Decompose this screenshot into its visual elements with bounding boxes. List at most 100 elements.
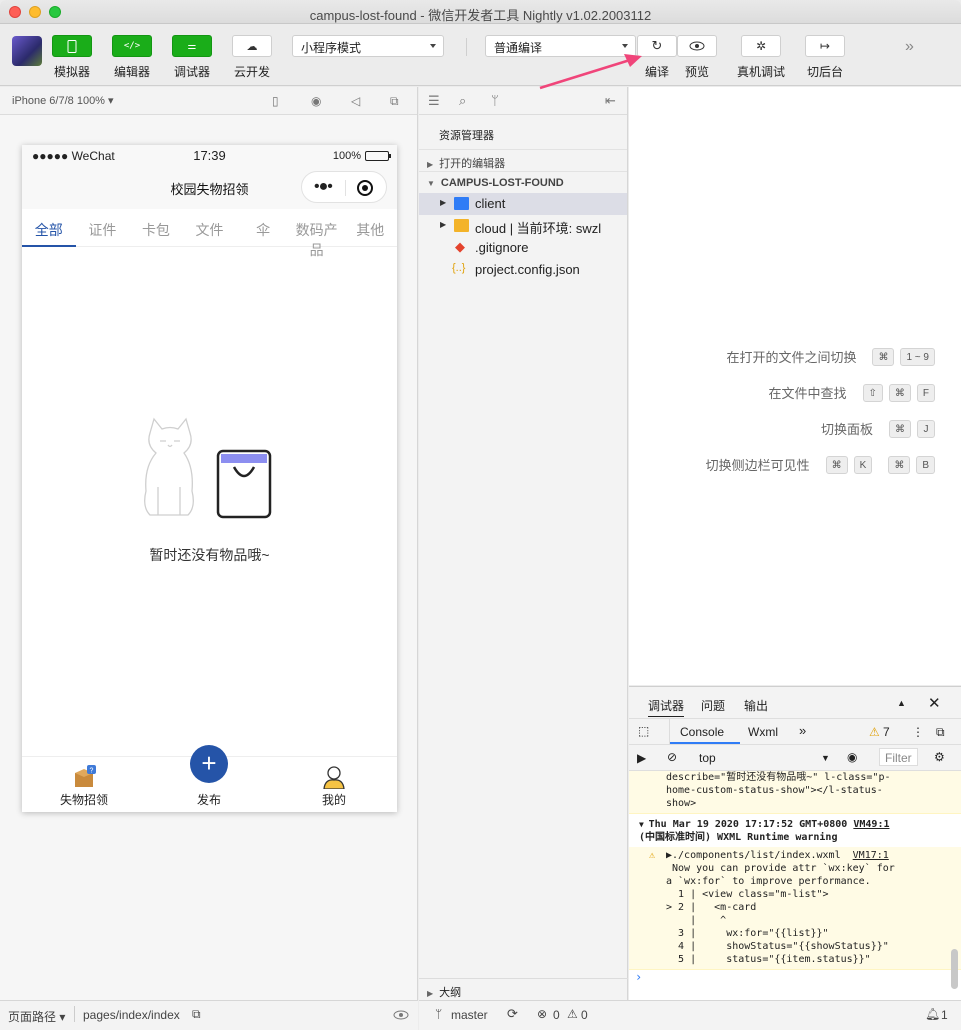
warning-count[interactable]: 0 bbox=[581, 1008, 588, 1022]
volume-icon[interactable]: ◁ bbox=[351, 94, 365, 108]
tab-documents[interactable]: 证件 bbox=[76, 211, 130, 246]
list-icon[interactable]: ☰ bbox=[428, 93, 440, 109]
console-prompt[interactable]: › bbox=[629, 970, 961, 984]
editor-label: 编辑器 bbox=[113, 65, 150, 79]
shortcut-label: 切换侧边栏可见性 bbox=[705, 458, 810, 473]
git-branch-icon[interactable]: ᛘ bbox=[491, 93, 499, 108]
gear-icon[interactable]: ⚙ bbox=[934, 750, 945, 764]
key: 1 ~ 9 bbox=[900, 347, 935, 366]
warning-count-badge[interactable]: 7 bbox=[883, 725, 890, 739]
phone-screen: ●●●●● WeChat 17:39 100% 校园失物招领 •●• 全部 证件… bbox=[22, 145, 397, 812]
copy-icon[interactable]: ⧉ bbox=[192, 1007, 201, 1022]
explorer-toolbar: ☰ ⌕ ᛘ ⇤ bbox=[419, 87, 627, 115]
background-label: 切后台 bbox=[806, 65, 843, 79]
background-button[interactable]: ↦ bbox=[805, 35, 845, 57]
device-debug-button[interactable]: ✲ bbox=[741, 35, 781, 57]
capsule-menu: •●• bbox=[301, 171, 387, 203]
folder-client[interactable]: ▶ client bbox=[419, 193, 627, 215]
more-dots-icon[interactable]: •●• bbox=[314, 179, 333, 195]
sync-icon[interactable]: ⟳ bbox=[507, 1006, 518, 1022]
file-gitignore[interactable]: ◆ .gitignore bbox=[419, 237, 627, 259]
warning-file[interactable]: ▶./components/list/index.wxml bbox=[666, 850, 841, 861]
source-link[interactable]: VM49:1 bbox=[853, 819, 889, 830]
device-select[interactable]: iPhone 6/7/8 100% ▾ bbox=[12, 94, 114, 107]
tab-output[interactable]: 输出 bbox=[744, 697, 768, 714]
more-tabs-icon[interactable]: » bbox=[799, 723, 806, 738]
inspect-icon[interactable]: ⬚ bbox=[638, 724, 649, 738]
phone-tab-bar: ? 失物招领 + 发布 我的 bbox=[22, 745, 397, 812]
preview-button[interactable] bbox=[677, 35, 717, 57]
git-icon: ◆ bbox=[455, 239, 465, 254]
eye-icon bbox=[689, 41, 705, 51]
tabbar-lost-found[interactable]: ? 失物招领 bbox=[44, 765, 124, 808]
simulator-toggle-button[interactable] bbox=[52, 35, 92, 57]
folder-cloud[interactable]: ▶ cloud | 当前环境: swzl bbox=[419, 215, 627, 237]
tab-wxml[interactable]: Wxml bbox=[748, 725, 778, 739]
page-path-select[interactable]: 页面路径 ▾ bbox=[8, 1008, 65, 1025]
tabbar-mine[interactable]: 我的 bbox=[294, 765, 374, 808]
explorer-pane: ☰ ⌕ ᛘ ⇤ 资源管理器 ▶ 打开的编辑器 ▼ CAMPUS-LOST-FOUND… bbox=[419, 87, 628, 1000]
tab-debugger[interactable]: 调试器 bbox=[648, 697, 685, 717]
tab-console[interactable]: Console bbox=[680, 725, 724, 739]
close-icon[interactable]: ✕ bbox=[928, 694, 941, 712]
source-link[interactable]: VM17:1 bbox=[853, 850, 889, 861]
compile-mode-select[interactable]: 普通编译 bbox=[485, 35, 636, 57]
chevron-down-icon bbox=[430, 44, 436, 48]
toolbar-divider bbox=[466, 38, 467, 56]
tabbar-publish[interactable]: 发布 bbox=[169, 791, 249, 808]
eye-icon[interactable] bbox=[393, 1010, 409, 1020]
chevron-right-icon: ▶ bbox=[440, 198, 447, 207]
chevron-right-icon: ▶ bbox=[427, 989, 434, 998]
outline-section[interactable]: ▶ 大纲 bbox=[419, 978, 628, 1000]
cloud-dev-button[interactable]: ☁ bbox=[232, 35, 272, 57]
dock-icon[interactable]: ⧉ bbox=[936, 725, 945, 740]
key: K bbox=[853, 455, 873, 474]
log-group-header[interactable]: ▼ Thu Mar 19 2020 17:17:52 GMT+0800 VM49… bbox=[629, 814, 961, 847]
tabbar-publish-label: 发布 bbox=[196, 793, 221, 807]
tab-files[interactable]: 文件 bbox=[183, 211, 237, 246]
console-log: describe="暂时还没有物品哦~" l-class="p- home-cu… bbox=[629, 771, 961, 984]
tab-umbrella[interactable]: 伞 bbox=[236, 211, 290, 246]
mode-select[interactable]: 小程序模式 bbox=[292, 35, 444, 57]
device-debug-label: 真机调试 bbox=[736, 65, 785, 79]
debugger-label: 调试器 bbox=[173, 65, 210, 79]
tab-cards[interactable]: 卡包 bbox=[129, 211, 183, 246]
sidebar-toggle-icon[interactable]: ▶︎ bbox=[637, 751, 646, 765]
tab-all[interactable]: 全部 bbox=[22, 211, 76, 247]
publish-button[interactable]: + bbox=[190, 745, 228, 783]
filter-input[interactable]: Filter bbox=[879, 748, 918, 766]
eye-icon[interactable]: ◉ bbox=[847, 750, 857, 764]
warning-icon: ⚠ bbox=[567, 1007, 578, 1021]
avatar[interactable] bbox=[12, 36, 42, 66]
exit-arrow-icon: ↦ bbox=[819, 39, 831, 53]
file-project-config[interactable]: {..} project.config.json bbox=[419, 259, 627, 281]
search-icon[interactable]: ⌕ bbox=[459, 93, 466, 109]
chevron-up-icon[interactable]: ▲ bbox=[897, 698, 906, 708]
open-editors-section[interactable]: ▶ 打开的编辑器 bbox=[419, 149, 627, 171]
console-scrollbar[interactable] bbox=[951, 949, 958, 989]
more-chevron-icon[interactable]: » bbox=[905, 38, 914, 56]
tab-problems[interactable]: 问题 bbox=[701, 697, 725, 714]
collapse-panel-icon[interactable]: ⇤ bbox=[605, 93, 616, 109]
tab-digital[interactable]: 数码产品 bbox=[290, 211, 344, 258]
error-count[interactable]: 0 bbox=[553, 1008, 560, 1022]
status-bar: ᛘ master ⟳ ⊗ 0 ⚠ 0 🔔︎ 1 bbox=[419, 1000, 961, 1030]
detach-window-icon[interactable]: ⧉ bbox=[390, 94, 404, 108]
preview-label: 预览 bbox=[684, 65, 709, 79]
phone-icon[interactable]: ▯ bbox=[272, 94, 286, 108]
branch-name[interactable]: master bbox=[451, 1008, 488, 1022]
project-section[interactable]: ▼ CAMPUS-LOST-FOUND bbox=[419, 171, 627, 193]
devtools-tabs: ⬚ Console Wxml » ⚠ 7 ⋮ ⧉ bbox=[629, 719, 961, 745]
debugger-toggle-button[interactable]: ⚌ bbox=[172, 35, 212, 57]
editor-toggle-button[interactable]: </> bbox=[112, 35, 152, 57]
tab-other[interactable]: 其他 bbox=[343, 211, 397, 246]
context-select[interactable]: top bbox=[699, 751, 716, 765]
clear-console-icon[interactable]: ⊘ bbox=[667, 750, 677, 764]
chevron-down-icon[interactable]: ▼ bbox=[821, 753, 830, 763]
folder-icon bbox=[454, 197, 469, 210]
kebab-menu-icon[interactable]: ⋮ bbox=[912, 725, 924, 739]
bell-icon[interactable]: 🔔︎ bbox=[925, 1007, 940, 1021]
record-icon[interactable]: ◉ bbox=[311, 94, 325, 108]
compile-button[interactable]: ↻ bbox=[637, 35, 677, 57]
close-target-icon[interactable] bbox=[357, 180, 373, 196]
